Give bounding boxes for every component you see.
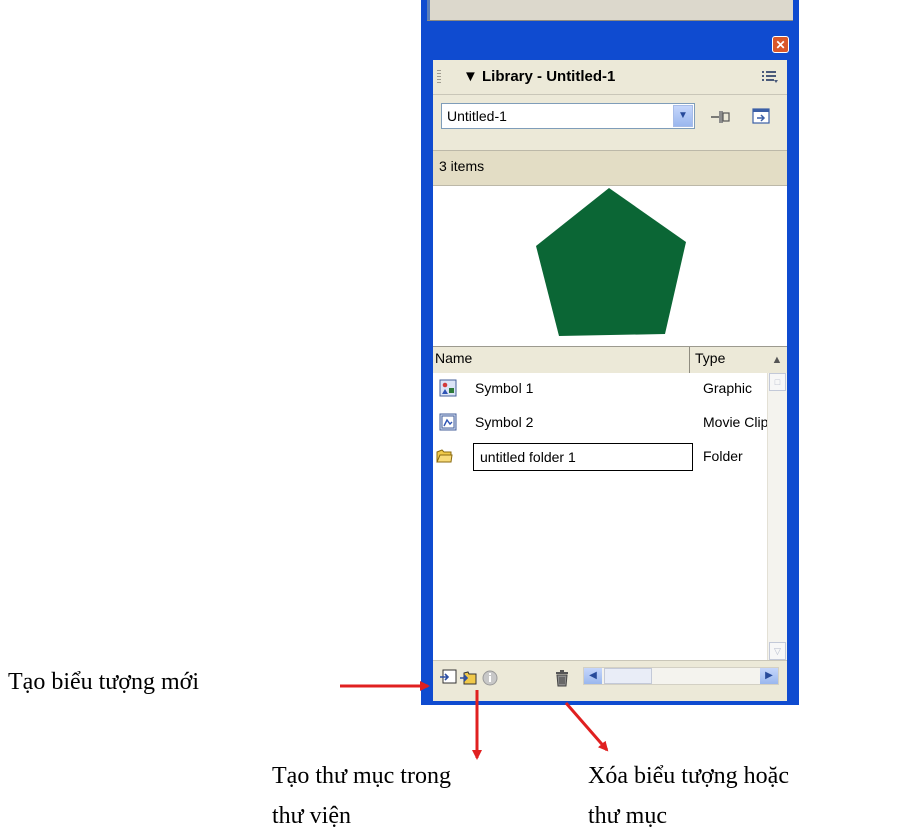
arrow-delete — [564, 702, 609, 752]
annotation-arrows — [340, 681, 609, 760]
